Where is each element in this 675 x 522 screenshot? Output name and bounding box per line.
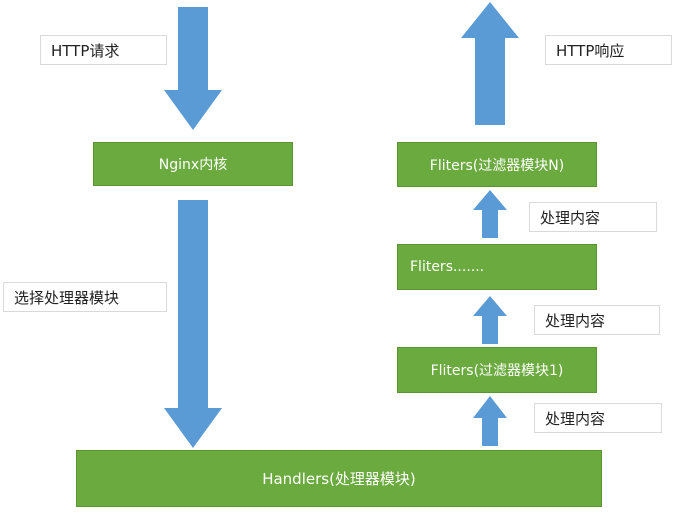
http-response-label: HTTP响应 xyxy=(545,35,672,65)
nginx-core-box: Nginx内核 xyxy=(93,142,293,186)
process-content-label-bottom: 处理内容 xyxy=(534,403,662,433)
filter-middle-box: Fliters....... xyxy=(397,244,597,290)
arrow-up-filter-mid xyxy=(473,296,507,344)
arrow-up-filter-n xyxy=(473,190,507,238)
http-request-label: HTTP请求 xyxy=(40,35,167,65)
arrow-down-request xyxy=(164,7,222,130)
filter-n-box: Fliters(过滤器模块N) xyxy=(397,142,597,187)
process-content-label-top: 处理内容 xyxy=(529,202,657,232)
filter-1-box: Fliters(过滤器模块1) xyxy=(397,347,597,393)
flow-diagram: HTTP请求 HTTP响应 选择处理器模块 处理内容 处理内容 处理内容 Ngi… xyxy=(0,0,675,522)
arrow-up-filter-1 xyxy=(473,396,507,446)
arrow-up-response xyxy=(461,2,519,125)
select-handler-label: 选择处理器模块 xyxy=(3,282,167,312)
arrow-down-select-handler xyxy=(164,200,222,448)
process-content-label-middle: 处理内容 xyxy=(534,305,660,335)
handlers-box: Handlers(处理器模块) xyxy=(76,450,602,507)
